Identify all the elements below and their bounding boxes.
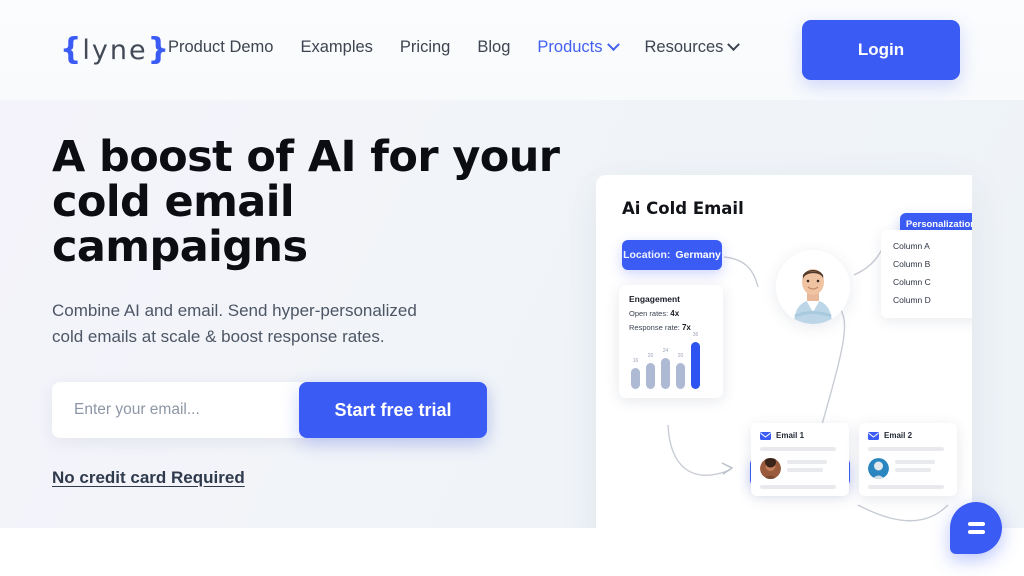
placeholder-line (895, 460, 935, 464)
column-item: Column B (893, 259, 931, 269)
bar-value-label: 24 (662, 347, 669, 354)
location-chip-value: Germany (675, 249, 721, 261)
placeholder-line (868, 485, 944, 489)
bar-value-label: 36 (692, 332, 699, 339)
nav-item-pricing[interactable]: Pricing (400, 38, 450, 57)
email-card: Email 1 (751, 423, 849, 496)
hero-copy: A boost of AI for your cold email campai… (52, 135, 572, 488)
placeholder-line (868, 447, 944, 451)
envelope-icon (760, 431, 771, 440)
bar-value-label: 20 (647, 353, 654, 359)
column-item: Column C (893, 277, 931, 287)
landing-page: {lyne} Product Demo Examples Pricing Blo… (0, 0, 1024, 576)
nav-label: Product Demo (168, 38, 274, 56)
column-item: Column A (893, 241, 930, 251)
nav-item-product-demo[interactable]: Product Demo (168, 38, 273, 57)
navbar: {lyne} Product Demo Examples Pricing Blo… (0, 0, 1024, 100)
email-card-header: Email 1 (760, 431, 840, 440)
headline-line-3: campaigns (52, 222, 308, 272)
illustration-title: Ai Cold Email (622, 199, 744, 218)
nav-item-products[interactable]: Products (537, 38, 620, 57)
placeholder-lines (787, 458, 840, 479)
email-card-header: Email 2 (868, 431, 948, 440)
illustration-card: Ai Cold Email Location: Germany Engageme… (596, 175, 972, 528)
location-chip-label: Location: (623, 249, 671, 261)
placeholder-line (760, 485, 836, 489)
hero-section: A boost of AI for your cold email campai… (0, 100, 1024, 528)
envelope-icon (868, 431, 879, 440)
location-chip[interactable]: Location: Germany (622, 240, 722, 270)
login-button[interactable]: Login (802, 20, 960, 80)
chat-line (967, 522, 985, 526)
placeholder-line (760, 447, 836, 451)
person-illustration (776, 250, 850, 324)
chat-bubble-icon (950, 502, 1002, 554)
open-rates-value: 4x (670, 309, 680, 318)
bar: 24 (661, 348, 670, 389)
engagement-bar-chart: 16 20 24 20 36 (631, 332, 700, 389)
bar-value-label: 16 (632, 358, 639, 365)
engagement-card: Engagement Open rates: 4x Response rate:… (619, 285, 723, 398)
bar: 36 (691, 332, 700, 389)
email-card-title: Email 2 (884, 431, 913, 440)
no-credit-card-link[interactable]: No credit card Required (52, 468, 245, 488)
start-free-trial-button[interactable]: Start free trial (299, 382, 487, 438)
columns-card: Column A Column B Column C Column D (881, 230, 972, 318)
email-avatar (868, 458, 889, 479)
response-rate-row: Response rate: 7x (629, 323, 713, 332)
bar: 20 (676, 353, 685, 389)
page-title: A boost of AI for your cold email campai… (52, 135, 572, 270)
email-card-title: Email 1 (776, 431, 805, 440)
chat-widget-button[interactable] (950, 502, 1002, 554)
placeholder-line (787, 460, 827, 464)
placeholder-lines (895, 458, 948, 479)
signup-form: Start free trial (52, 382, 487, 438)
chat-line (967, 530, 985, 534)
hero-subheading: Combine AI and email. Send hyper-persona… (52, 298, 472, 350)
nav-label: Resources (644, 38, 724, 56)
open-rates-label: Open rates: (629, 309, 669, 318)
nav-item-blog[interactable]: Blog (477, 38, 510, 57)
email-input[interactable] (52, 382, 299, 438)
bar: 16 (631, 358, 640, 389)
avatar (776, 250, 850, 324)
subhead-line-2: cold emails at scale & boost response ra… (52, 327, 385, 346)
response-rate-value: 7x (681, 323, 691, 332)
placeholder-line (787, 468, 823, 472)
email-card: Email 2 (859, 423, 957, 496)
nav-label: Products (537, 38, 603, 56)
email-card-body (868, 458, 948, 479)
column-item: Column D (893, 295, 931, 305)
nav-item-examples[interactable]: Examples (300, 38, 372, 57)
nav-item-resources[interactable]: Resources (644, 38, 741, 57)
email-card-body (760, 458, 840, 479)
subhead-line-1: Combine AI and email. Send hyper-persona… (52, 301, 417, 320)
logo[interactable]: {lyne} (60, 32, 170, 67)
chevron-down-icon (727, 38, 741, 52)
nav-label: Pricing (399, 38, 451, 56)
placeholder-line (895, 468, 931, 472)
engagement-title: Engagement (629, 294, 681, 304)
email-avatar (760, 458, 781, 479)
bar-value-label: 20 (677, 353, 684, 359)
logo-open-brace: { (60, 32, 83, 67)
headline-line-1: A boost of AI for your (52, 132, 560, 182)
headline-line-2: cold email (52, 177, 295, 227)
open-rates-row: Open rates: 4x (629, 309, 713, 318)
response-rate-label: Response rate: (629, 323, 680, 332)
logo-close-brace: } (147, 32, 170, 67)
nav-label: Examples (300, 38, 373, 56)
chevron-down-icon (606, 38, 620, 52)
logo-word: lyne (82, 35, 148, 66)
nav-links: Product Demo Examples Pricing Blog Produ… (168, 38, 741, 57)
bar: 20 (646, 353, 655, 389)
nav-label: Blog (477, 38, 511, 56)
